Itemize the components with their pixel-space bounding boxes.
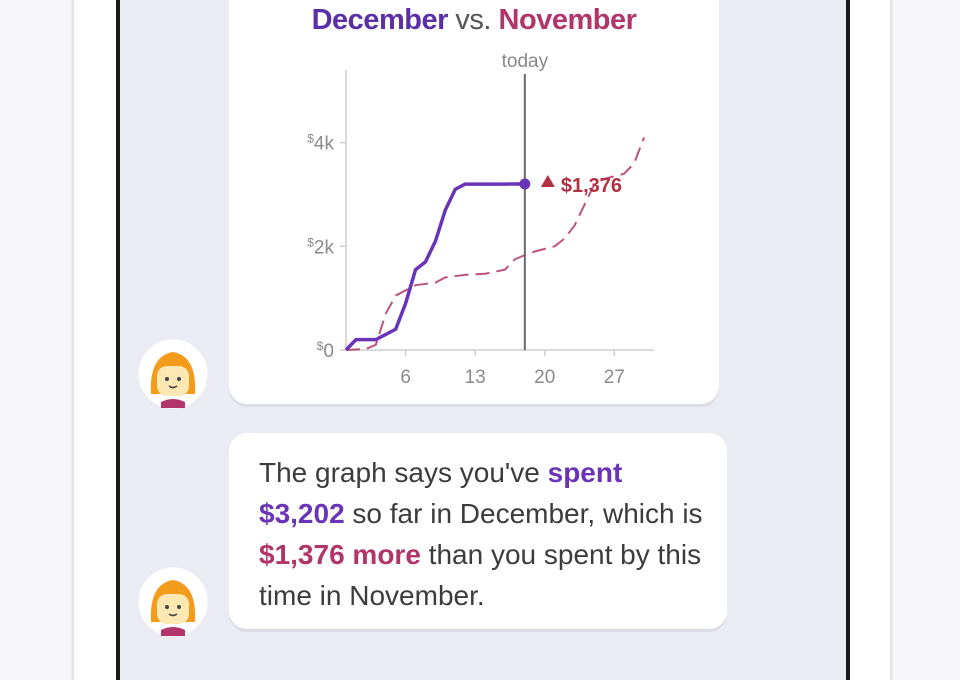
- delta-label: $1,376: [561, 175, 622, 197]
- up-arrow-icon: [540, 174, 555, 187]
- series-line-november: [345, 137, 645, 351]
- today-label: today: [502, 51, 549, 72]
- chart-marker: today $1,376: [502, 51, 622, 350]
- girl-avatar-icon: [137, 566, 209, 638]
- chart-axes: [345, 70, 654, 351]
- chart-series: [344, 137, 645, 352]
- y-tick-label: $4k: [307, 132, 334, 155]
- y-tick-label: $2k: [307, 235, 334, 258]
- message-text: The graph says you've spent $3,202 so fa…: [259, 452, 709, 616]
- message-highlight-spent: spent: [547, 457, 623, 488]
- message-highlight-total: $3,202: [259, 498, 345, 529]
- x-tick-label: 20: [534, 367, 555, 388]
- message-highlight-delta: $1,376 more: [259, 539, 421, 570]
- x-tick-label: 13: [465, 367, 486, 388]
- message-text-part: so far in December, which is: [344, 498, 703, 529]
- x-tick-label: 6: [400, 367, 411, 388]
- today-dot: [519, 178, 531, 190]
- series-line-december: [344, 182, 525, 352]
- x-tick-label: 27: [604, 367, 625, 388]
- girl-avatar-icon: [137, 338, 209, 410]
- message-text-part: The graph says you've: [259, 457, 548, 488]
- y-tick-label: $0: [317, 339, 334, 362]
